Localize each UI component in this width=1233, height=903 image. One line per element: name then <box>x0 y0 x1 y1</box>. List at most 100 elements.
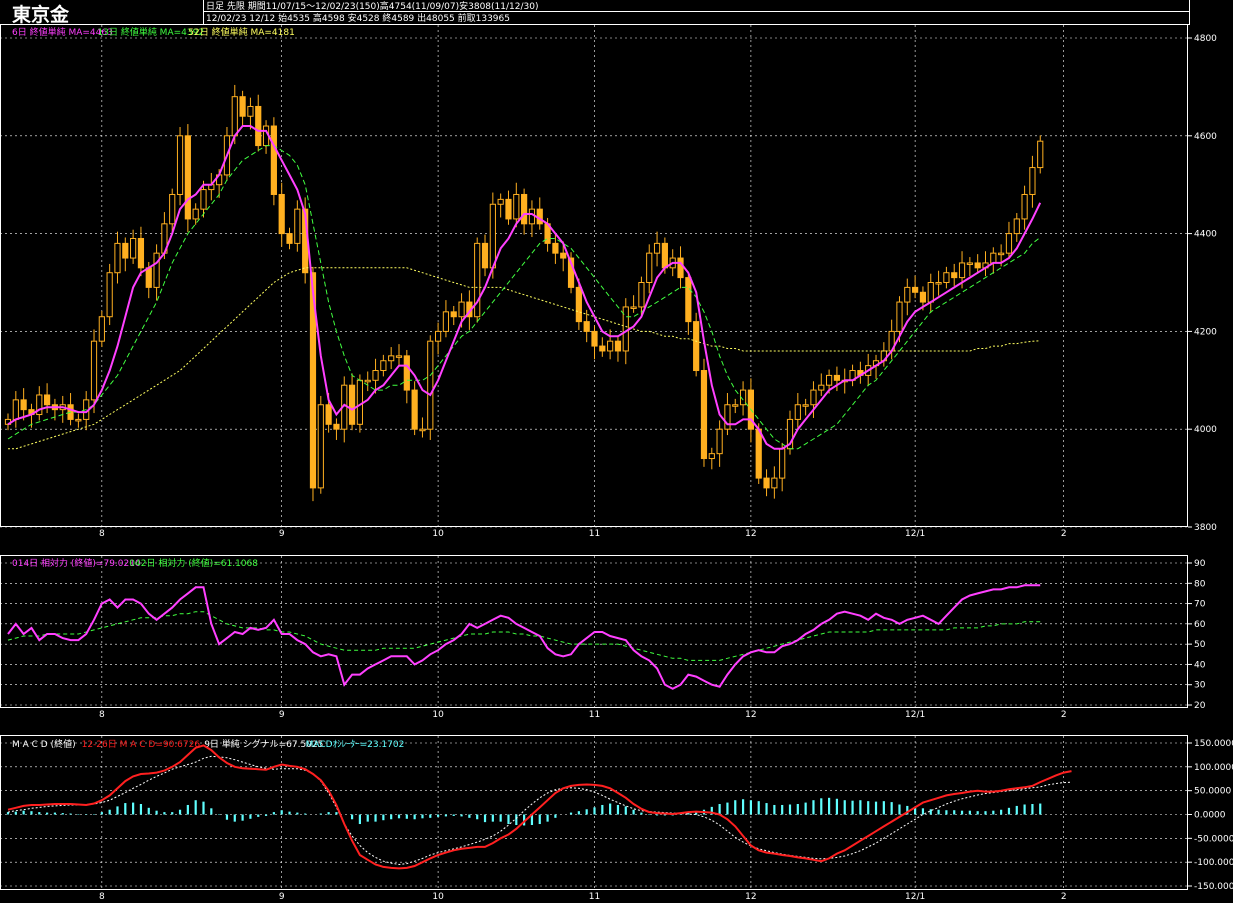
y-tick-label: 150.0000 <box>1194 739 1233 749</box>
legend-entry: 014日 相対力 (終値)=79.0210 <box>12 557 141 569</box>
candle-body-down <box>575 286 582 323</box>
candle-body-up <box>935 282 942 285</box>
x-tick-label: 2 <box>1061 710 1067 720</box>
y-tick-label: 30 <box>1194 681 1206 691</box>
y-tick-label: 3800 <box>1194 523 1217 533</box>
candle-body-up <box>114 242 121 274</box>
x-tick-label: 12 <box>745 892 756 902</box>
candle-body-up <box>169 193 176 225</box>
candle-body-up <box>794 404 801 420</box>
candle-body-down <box>481 242 489 269</box>
candle-body-up <box>231 96 238 137</box>
candle-body-up <box>528 208 536 225</box>
candle-body-up <box>106 272 113 318</box>
y-tick-label: 4800 <box>1194 34 1217 44</box>
candle-body-down <box>833 374 841 381</box>
candle-body-up <box>826 374 833 386</box>
y-tick-label: 20 <box>1194 701 1206 711</box>
candle-body-down <box>44 394 51 406</box>
candle-body-up <box>388 355 395 362</box>
x-tick-label: 12 <box>745 710 756 720</box>
candle-body-down <box>755 428 762 479</box>
candle-body-down <box>325 404 332 425</box>
candle-body-down <box>122 242 129 259</box>
candle-body-up <box>810 389 817 406</box>
x-tick-label: 12/1 <box>905 892 925 902</box>
y-tick-label: -100.0000 <box>1194 858 1233 868</box>
candle-body-up <box>646 252 653 284</box>
candle-body-down <box>255 105 262 147</box>
y-tick-label: 0.0000 <box>1194 811 1226 821</box>
x-tick-label: 12/1 <box>905 529 925 539</box>
x-tick-label: 12/1 <box>905 710 925 720</box>
candle-body-down <box>333 423 340 430</box>
y-tick-label: -150.0000 <box>1194 882 1233 892</box>
candle-body-down <box>763 477 770 489</box>
candle-body-up <box>904 286 911 303</box>
candle-body-up <box>732 404 739 407</box>
x-tick-label: 2 <box>1061 529 1067 539</box>
macd-line <box>7 744 1072 870</box>
candle-body-up <box>966 262 973 265</box>
x-tick-label: 9 <box>279 529 285 539</box>
candle-body-up <box>395 355 403 358</box>
candle-body-down <box>20 399 27 411</box>
candle-body-down <box>583 321 590 332</box>
y-tick-label: -50.0000 <box>1194 834 1233 844</box>
candle-body-up <box>716 428 723 455</box>
candle-body-up <box>630 306 637 309</box>
candle-body-up <box>153 252 160 288</box>
x-tick-label: 11 <box>589 710 600 720</box>
candle-body-down <box>591 330 598 347</box>
x-tick-label: 8 <box>99 710 105 720</box>
candle-body-down <box>700 370 708 460</box>
candle-body-up <box>653 242 661 254</box>
candle-body-up <box>497 198 504 205</box>
candle-body-down <box>661 242 668 269</box>
candle-body-down <box>137 237 145 269</box>
candle-body-down <box>614 340 622 352</box>
candle-body-up <box>317 404 324 489</box>
candle-body-down <box>521 193 528 225</box>
candle-body-up <box>818 384 825 391</box>
y-tick-label: 60 <box>1194 620 1206 630</box>
candle-body-up <box>1029 167 1036 195</box>
candle-body-up <box>1013 218 1020 235</box>
candle-body-down <box>912 286 919 293</box>
candle-body-down <box>505 198 512 220</box>
y-tick-label: 70 <box>1194 600 1206 610</box>
candle-body-up <box>943 272 950 284</box>
x-tick-label: 11 <box>589 892 600 902</box>
x-tick-label: 8 <box>99 892 105 902</box>
candle-body-down <box>145 267 152 288</box>
chart-canvas: 4800 4600 4400 4200 4000 3800 8 9 10 11 12 12/1 2 90 8… <box>0 24 1233 902</box>
candle-body-up <box>958 262 966 279</box>
candle-body-up <box>12 399 19 420</box>
legend-entry: M A C D (終値) <box>12 738 76 750</box>
candle-body-down <box>411 389 418 430</box>
candle-body-up <box>176 135 184 195</box>
candle-body-up <box>489 203 496 269</box>
y-tick-label: 4600 <box>1194 132 1217 142</box>
candle-body-down <box>536 208 543 225</box>
candle-body-up <box>622 306 629 352</box>
y-tick-label: 40 <box>1194 660 1206 670</box>
candle-body-up <box>896 301 903 332</box>
y-tick-label: 80 <box>1194 579 1206 589</box>
candle-body-down <box>239 96 246 117</box>
candle-body-down <box>184 135 191 220</box>
legend-entry: MACDｵｼﾚｰﾀｰ=23.1702 <box>306 739 405 750</box>
candle-body-down <box>450 311 457 318</box>
legend-entry: 12-26日 M A C D=90.6726 <box>82 739 201 750</box>
candle-body-up <box>1005 233 1013 254</box>
y-tick-label: 50.0000 <box>1194 787 1231 797</box>
x-tick-label: 12 <box>745 529 756 539</box>
x-tick-label: 9 <box>279 892 285 902</box>
candle-body-down <box>403 355 410 391</box>
candle-body-up <box>98 316 105 342</box>
x-tick-label: 8 <box>99 529 105 539</box>
x-tick-label: 10 <box>432 529 444 539</box>
candle-body-down <box>677 257 684 279</box>
candle-body-up <box>638 282 645 308</box>
candle-body-up <box>771 477 778 489</box>
